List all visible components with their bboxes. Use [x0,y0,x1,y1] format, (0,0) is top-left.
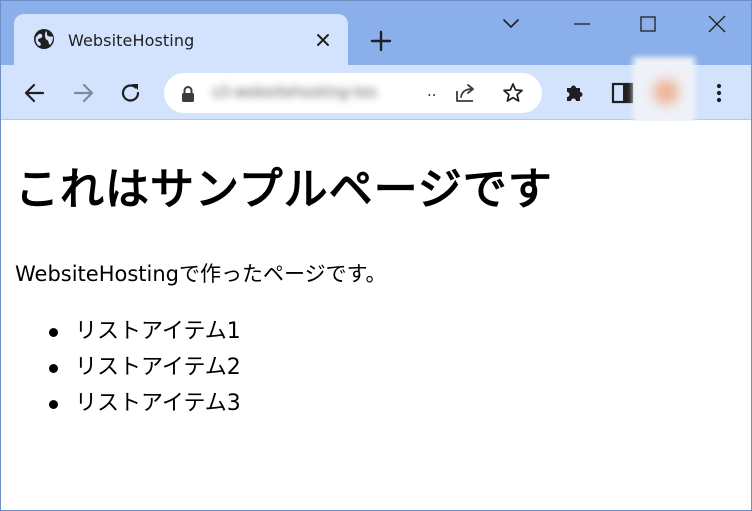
chevron-down-icon[interactable] [501,16,521,32]
list-item-text: リストアイテム3 [75,391,241,416]
arrow-left-icon[interactable] [21,79,49,107]
globe-icon [34,29,54,49]
maximize-icon[interactable] [637,13,659,35]
list-item: リストアイテム2 [49,355,241,391]
star-icon[interactable] [502,82,524,104]
avatar-image [653,79,679,105]
tab-strip: WebsiteHosting [1,1,751,67]
url-text[interactable]: s3-websitehosting-tes [212,83,377,101]
browser-window: WebsiteHosting s3-websitehosting-tes .. … [0,0,752,511]
item-list: リストアイテム1 リストアイテム2 リストアイテム3 [49,319,241,427]
lock-icon[interactable] [181,85,195,103]
tab-active[interactable]: WebsiteHosting [14,14,348,67]
share-icon[interactable] [454,82,478,104]
minimize-icon[interactable] [571,13,593,35]
bullet [49,328,58,337]
address-bar[interactable]: s3-websitehosting-tes .. [164,73,542,113]
url-ellipsis: .. [427,82,437,100]
bullet [49,364,58,373]
puzzle-icon[interactable] [561,79,589,107]
bullet [49,400,58,409]
avatar[interactable] [633,57,695,131]
browser-toolbar: s3-websitehosting-tes .. [1,57,751,131]
close-icon[interactable] [706,13,728,35]
page-heading: これはサンプルページです [15,164,553,215]
list-item-text: リストアイテム2 [75,355,241,380]
page-paragraph: WebsiteHostingで作ったページです。 [15,262,387,286]
page-content: これはサンプルページです WebsiteHostingで作ったページです。 リス… [1,121,751,510]
plus-icon[interactable] [369,29,393,53]
arrow-right-icon[interactable] [69,79,97,107]
kebab-menu-icon[interactable] [705,79,733,107]
close-icon[interactable] [314,31,332,49]
list-item: リストアイテム3 [49,391,241,427]
list-item-text: リストアイテム1 [75,319,241,344]
tab-title: WebsiteHosting [68,31,195,50]
reload-icon[interactable] [117,79,145,107]
list-item: リストアイテム1 [49,319,241,355]
